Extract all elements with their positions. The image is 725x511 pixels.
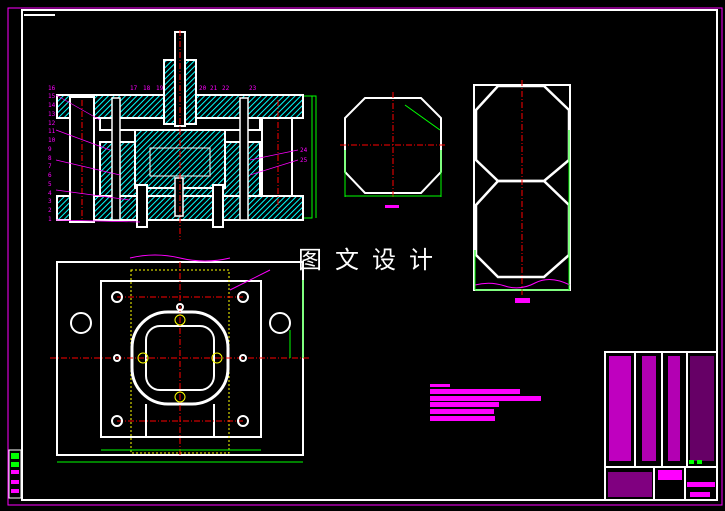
- part-number: 7: [48, 163, 52, 170]
- double-blank-view: [473, 80, 571, 303]
- part-number: 6: [48, 172, 52, 179]
- part-number: 3: [48, 198, 52, 205]
- part-number: 22: [222, 85, 230, 92]
- part-number: 16: [48, 85, 56, 92]
- part-number: 2: [48, 207, 52, 214]
- blank-circle-view: [340, 92, 446, 208]
- part-number: 18: [143, 85, 151, 92]
- part-number: 15: [48, 93, 56, 100]
- part-number: 12: [48, 120, 56, 127]
- part-number: 5: [48, 181, 52, 188]
- part-number: 19: [156, 85, 164, 92]
- left-margin-strip: [8, 449, 22, 499]
- part-number: 1: [48, 216, 52, 223]
- watermark: 图文设计: [298, 246, 446, 274]
- part-number: 23: [249, 85, 257, 92]
- part-number: 4: [48, 190, 52, 197]
- part-number: 13: [48, 111, 56, 118]
- part-number: 14: [48, 102, 56, 109]
- plan-view: [50, 254, 310, 463]
- part-number: 21: [210, 85, 218, 92]
- part-number: 24: [300, 147, 308, 154]
- part-number: 10: [48, 137, 56, 144]
- part-number: 20: [199, 85, 207, 92]
- part-number: 9: [48, 146, 52, 153]
- section-view: 16 15 14 13 12 11 10 9 8 7 6 5 4 3 2 1 1…: [48, 30, 317, 240]
- part-number: 25: [300, 157, 308, 164]
- technical-notes: [430, 384, 541, 421]
- title-block: [604, 351, 718, 501]
- part-number: 17: [130, 85, 138, 92]
- part-number: 8: [48, 155, 52, 162]
- part-number: 11: [48, 128, 56, 135]
